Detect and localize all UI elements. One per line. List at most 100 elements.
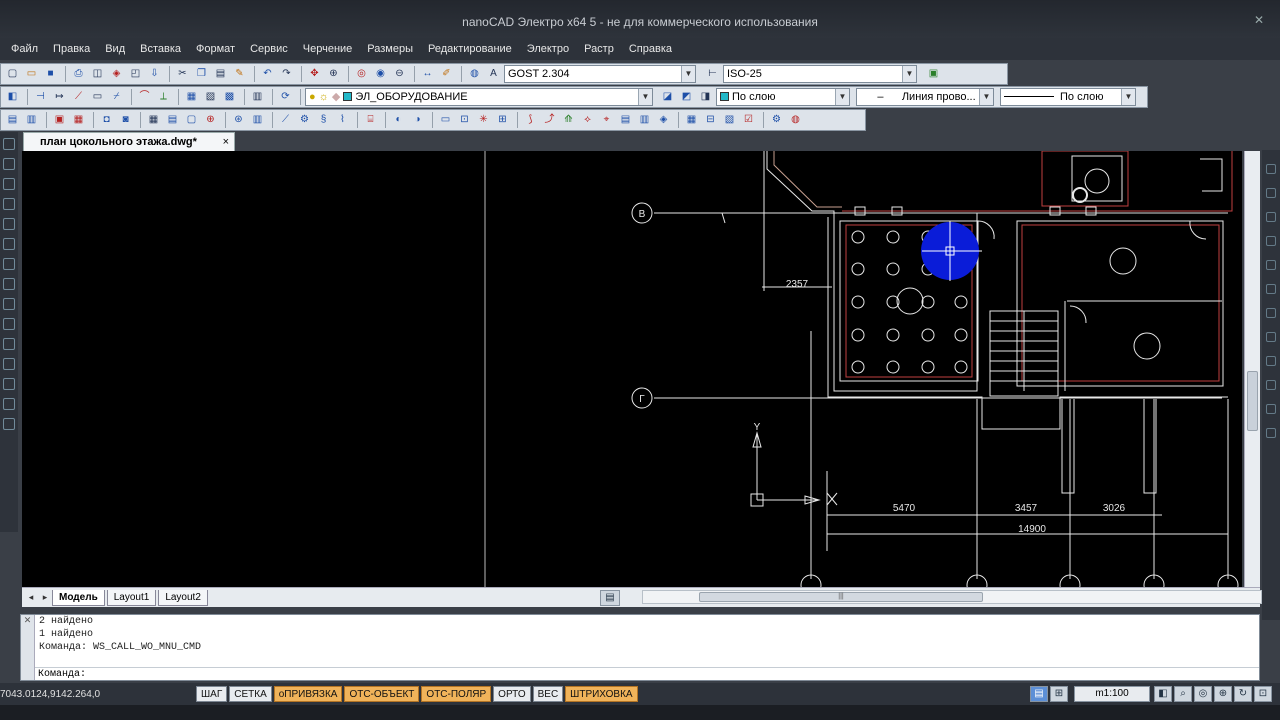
erase-icon[interactable]: [1266, 164, 1276, 174]
trim-icon[interactable]: ⟂: [155, 89, 172, 106]
layer-iso-icon[interactable]: ◨: [697, 89, 714, 106]
target-icon[interactable]: ⊕: [202, 112, 219, 129]
export-table-icon[interactable]: ▧: [721, 112, 738, 129]
zoom-extents-status-icon[interactable]: ⊕: [1214, 686, 1232, 702]
scale-icon[interactable]: [1266, 332, 1276, 342]
menu-draw[interactable]: Черчение: [296, 38, 361, 60]
legend-icon[interactable]: ▤: [617, 112, 634, 129]
schedule-icon[interactable]: ▥: [249, 112, 266, 129]
stretch-icon[interactable]: [1266, 356, 1276, 366]
nav-right-icon[interactable]: ▸: [43, 592, 48, 603]
menu-view[interactable]: Вид: [98, 38, 133, 60]
grid-icon[interactable]: ▦: [145, 112, 162, 129]
table-icon[interactable]: ▤: [164, 112, 181, 129]
tab-layout2[interactable]: Layout2: [158, 589, 208, 606]
tray-icon[interactable]: ⚙: [296, 112, 313, 129]
print-icon[interactable]: ⎙: [70, 66, 87, 83]
layer-previous-icon[interactable]: ◪: [659, 89, 676, 106]
offset-icon[interactable]: [1266, 236, 1276, 246]
move-icon[interactable]: [1266, 284, 1276, 294]
zoom-icon[interactable]: ⌕: [1174, 686, 1192, 702]
layer-states-icon[interactable]: ◧: [4, 89, 21, 106]
zoom-window-icon[interactable]: ◎: [353, 66, 370, 83]
text-tool-icon[interactable]: [3, 398, 15, 410]
database-icon[interactable]: ◘: [98, 112, 115, 129]
electro-edit-icon[interactable]: ▣: [51, 112, 68, 129]
snap-toggle[interactable]: ШАГ: [196, 686, 228, 702]
region-tool-icon[interactable]: [3, 358, 15, 370]
help-icon[interactable]: ◍: [466, 66, 483, 83]
ellipse-tool-icon[interactable]: [3, 278, 15, 290]
print-preview-icon[interactable]: ◫: [89, 66, 106, 83]
color-select[interactable]: По слою ▼: [716, 88, 850, 106]
save-icon[interactable]: ■: [42, 66, 59, 83]
layer-select[interactable]: ● ☼ ◆ ЭЛ_ОБОРУДОВАНИЕ ▼: [305, 88, 653, 106]
visibility-icon[interactable]: ◈: [655, 112, 672, 129]
distance-icon[interactable]: ↔: [419, 66, 436, 83]
design-center-icon[interactable]: ▧: [202, 89, 219, 106]
extend-icon[interactable]: [1266, 404, 1276, 414]
new-file-icon[interactable]: ▢: [4, 66, 21, 83]
publish-icon[interactable]: ◈: [108, 66, 125, 83]
inspect-icon[interactable]: ⊟: [702, 112, 719, 129]
cable-route-icon[interactable]: ⟆: [522, 112, 539, 129]
lineweight-toggle[interactable]: ВЕС: [532, 686, 564, 702]
zoom-realtime-icon[interactable]: ⊕: [325, 66, 342, 83]
undo-icon[interactable]: ↶: [259, 66, 276, 83]
tab-model[interactable]: Модель: [52, 589, 105, 606]
text-style-select[interactable]: GOST 2.304 ▼: [504, 65, 696, 83]
sensor-icon[interactable]: ⊞: [494, 112, 511, 129]
cut-icon[interactable]: ✂: [174, 66, 191, 83]
menu-help[interactable]: Справка: [622, 38, 680, 60]
make-current-icon[interactable]: ◩: [678, 89, 695, 106]
command-window-handle[interactable]: ✕: [21, 615, 35, 680]
menu-edit[interactable]: Правка: [46, 38, 98, 60]
options-icon[interactable]: ⊡: [1254, 686, 1272, 702]
socket-icon[interactable]: ◐: [390, 112, 407, 129]
menu-dimensions[interactable]: Размеры: [360, 38, 421, 60]
explode-icon[interactable]: [1266, 428, 1276, 438]
dim-style-select[interactable]: ISO-25 ▼: [723, 65, 917, 83]
properties-icon[interactable]: ▦: [183, 89, 200, 106]
vertical-scrollbar[interactable]: [1244, 151, 1260, 587]
copy-object-icon[interactable]: [1266, 188, 1276, 198]
polyline-icon[interactable]: ⟋: [70, 89, 87, 106]
ortho-toggle[interactable]: ОРТО: [493, 686, 531, 702]
zoom-previous-icon[interactable]: ⊖: [391, 66, 408, 83]
xline-icon[interactable]: ↦: [51, 89, 68, 106]
spec-icon[interactable]: ▥: [636, 112, 653, 129]
open-file-icon[interactable]: ▭: [23, 66, 40, 83]
drawing-svg[interactable]: В Г 2357 5470 3457 3026 14900 Y: [22, 151, 1242, 587]
match-properties-icon[interactable]: ✎: [231, 66, 248, 83]
lamp-icon[interactable]: ✳: [475, 112, 492, 129]
polyline-tool-icon[interactable]: [3, 158, 15, 170]
circle-tool-icon[interactable]: [3, 238, 15, 250]
electro-panel-icon[interactable]: ▤: [4, 112, 21, 129]
rectangle-draw-icon[interactable]: [3, 198, 15, 210]
riser-icon[interactable]: ⤴: [541, 112, 558, 129]
junction-icon[interactable]: ⊡: [456, 112, 473, 129]
lineweight-select[interactable]: По слою ▼: [1000, 88, 1136, 106]
tool-palettes-icon[interactable]: ▩: [221, 89, 238, 106]
export-icon[interactable]: ⇩: [146, 66, 163, 83]
zoom-extents-icon[interactable]: ◉: [372, 66, 389, 83]
close-icon[interactable]: ×: [223, 133, 229, 151]
refresh-icon[interactable]: ⟳: [277, 89, 294, 106]
model-space-icon[interactable]: ▤: [1030, 686, 1048, 702]
mark-icon[interactable]: ⟡: [579, 112, 596, 129]
redo-icon[interactable]: ↷: [278, 66, 295, 83]
annotation-visibility-icon[interactable]: ◧: [1154, 686, 1172, 702]
annotation-scale[interactable]: m1:100: [1074, 686, 1150, 702]
array-icon[interactable]: [1266, 260, 1276, 270]
mtext-tool-icon[interactable]: [3, 418, 15, 430]
menu-format[interactable]: Формат: [189, 38, 243, 60]
hatch-toggle[interactable]: ШТРИХОВКА: [565, 686, 638, 702]
drawing-canvas[interactable]: В Г 2357 5470 3457 3026 14900 Y: [22, 151, 1242, 587]
spline-tool-icon[interactable]: [3, 258, 15, 270]
grid-toggle[interactable]: СЕТКА: [229, 686, 272, 702]
database-alt-icon[interactable]: ◙: [117, 112, 134, 129]
rectangle-tool-icon[interactable]: ▭: [89, 89, 106, 106]
line-tool-icon[interactable]: [3, 138, 15, 150]
switch-icon[interactable]: ◑: [409, 112, 426, 129]
panel-board-icon[interactable]: ⌸: [362, 112, 379, 129]
